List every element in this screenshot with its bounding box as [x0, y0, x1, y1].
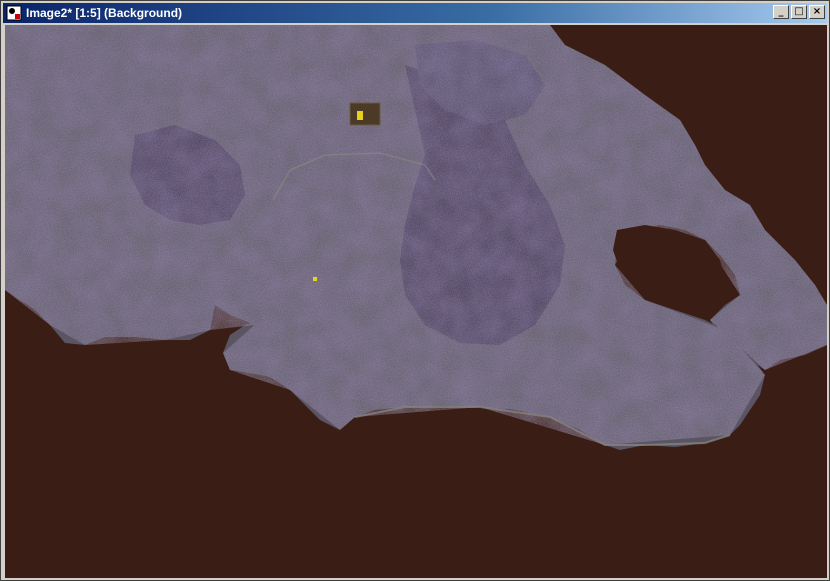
- minimize-icon: _: [778, 6, 784, 17]
- satellite-image-canvas[interactable]: [5, 25, 827, 578]
- maximize-button[interactable]: □: [791, 5, 807, 19]
- bright-target: [357, 111, 363, 120]
- app-icon[interactable]: [6, 5, 22, 21]
- title-bar[interactable]: Image2* [1:5] (Background) _ □ ×: [3, 3, 827, 23]
- maximize-icon: □: [794, 6, 804, 17]
- window-title: Image2* [1:5] (Background): [26, 6, 183, 20]
- satellite-image: [5, 25, 827, 578]
- airport-area: [349, 102, 381, 126]
- close-button[interactable]: ×: [809, 5, 825, 19]
- image-window: Image2* [1:5] (Background) _ □ ×: [0, 0, 830, 581]
- window-controls: _ □ ×: [773, 5, 825, 19]
- bright-spot-small: [313, 277, 317, 281]
- close-icon: ×: [812, 6, 822, 17]
- minimize-button[interactable]: _: [773, 5, 789, 19]
